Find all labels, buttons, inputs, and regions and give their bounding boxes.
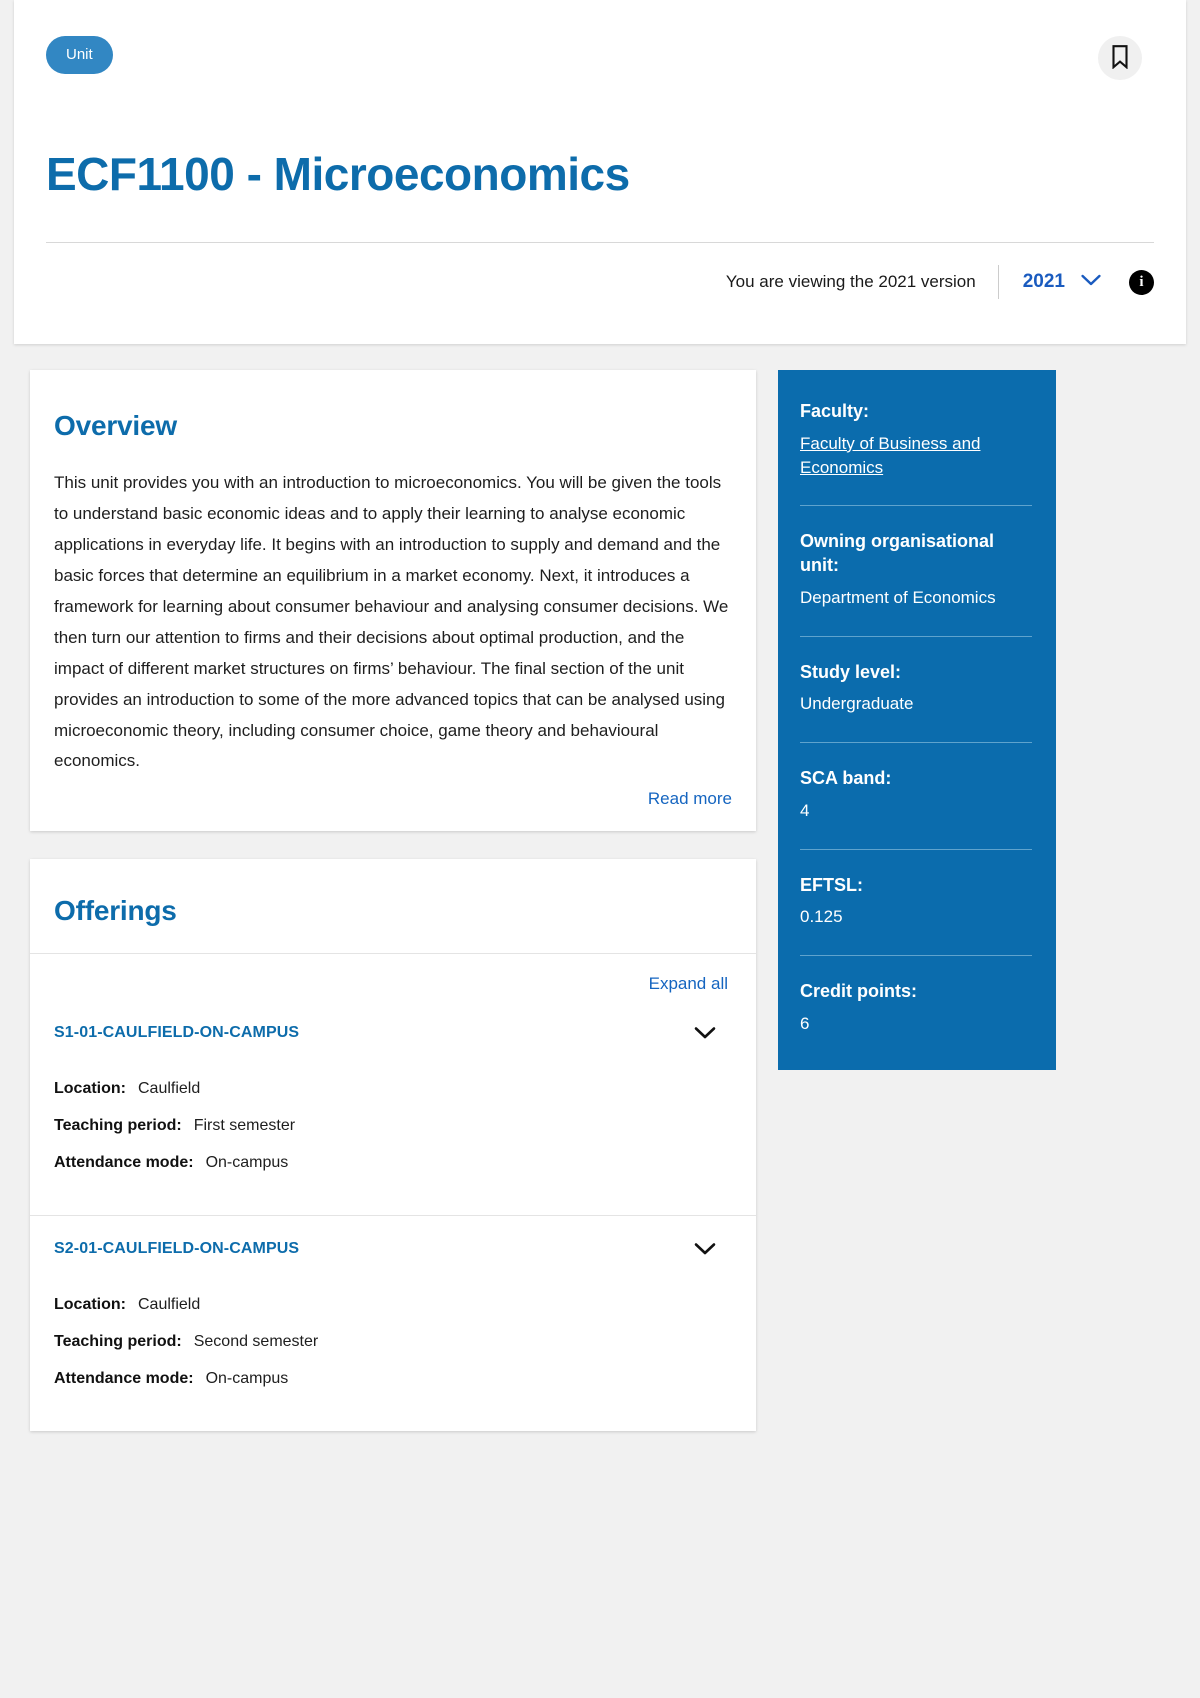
info-icon[interactable]: i <box>1129 269 1154 295</box>
offering-field: Location: Caulfield <box>54 1070 730 1107</box>
field-label: Location: <box>54 1080 126 1098</box>
faculty-link[interactable]: Faculty of Business and Economics <box>800 432 1032 480</box>
bookmark-button[interactable] <box>1098 36 1142 80</box>
page-title: ECF1100 - Microeconomics <box>46 148 630 200</box>
version-select[interactable]: 2021 <box>999 271 1121 293</box>
detail-divider <box>800 742 1032 744</box>
detail-value: 6 <box>800 1014 810 1034</box>
field-label: Location: <box>54 1296 126 1314</box>
offering-field: Location: Caulfield <box>54 1286 730 1323</box>
version-bar: You are viewing the 2021 version 2021 i <box>46 243 1154 325</box>
offerings-title: Offerings <box>54 895 177 927</box>
detail-value: 0.125 <box>800 907 843 927</box>
unit-type-pill[interactable]: Unit <box>46 36 113 74</box>
detail-label: Study level: <box>800 661 902 682</box>
detail-block-eftsl: EFTSL: 0.125 <box>800 874 1032 930</box>
chevron-down-icon[interactable] <box>694 1022 716 1044</box>
detail-label: SCA band: <box>800 768 892 789</box>
detail-label: Credit points: <box>800 981 917 1002</box>
detail-value: 4 <box>800 800 810 820</box>
offering-field: Attendance mode: On-campus <box>54 1360 730 1397</box>
bookmark-icon <box>1110 44 1130 72</box>
detail-value: Department of Economics <box>800 587 996 607</box>
offering-item: S2-01-CAULFIELD-ON-CAMPUS Location: Caul… <box>30 1216 756 1431</box>
overview-body: This unit provides you with an introduct… <box>54 473 729 771</box>
detail-block-study-level: Study level: Undergraduate <box>800 661 1032 717</box>
offerings-header: Offerings <box>30 859 756 955</box>
main-column: Overview This unit provides you with an … <box>30 370 756 1432</box>
unit-details-panel: Faculty: Faculty of Business and Economi… <box>778 370 1056 1070</box>
version-select-value: 2021 <box>1022 271 1065 293</box>
offering-header[interactable]: S1-01-CAULFIELD-ON-CAMPUS <box>54 1022 730 1070</box>
offering-field: Teaching period: Second semester <box>54 1323 730 1360</box>
version-notice: You are viewing the 2021 version <box>725 272 976 292</box>
overview-title: Overview <box>54 410 177 441</box>
offering-header[interactable]: S2-01-CAULFIELD-ON-CAMPUS <box>54 1238 730 1286</box>
field-value: Caulfield <box>138 1296 201 1314</box>
offering-code[interactable]: S2-01-CAULFIELD-ON-CAMPUS <box>54 1240 299 1258</box>
offering-field: Attendance mode: On-campus <box>54 1144 730 1181</box>
field-label: Attendance mode: <box>54 1370 194 1388</box>
detail-block-sca-band: SCA band: 4 <box>800 767 1032 823</box>
detail-block-credit-points: Credit points: 6 <box>800 980 1032 1036</box>
offering-item: S1-01-CAULFIELD-ON-CAMPUS Location: Caul… <box>30 1000 756 1217</box>
detail-label: Faculty: <box>800 401 870 421</box>
overview-card: Overview This unit provides you with an … <box>30 370 756 832</box>
expand-all-link[interactable]: Expand all <box>649 974 728 993</box>
side-column: Faculty: Faculty of Business and Economi… <box>778 370 1056 1070</box>
chevron-down-icon <box>1081 271 1101 293</box>
field-label: Teaching period: <box>54 1333 182 1351</box>
detail-divider <box>800 955 1032 957</box>
offering-field: Teaching period: First semester <box>54 1107 730 1144</box>
offerings-card: Offerings Expand all S1-01-CAULFIELD-ON-… <box>30 859 756 1432</box>
field-value: Caulfield <box>138 1080 201 1098</box>
detail-divider <box>800 848 1032 850</box>
chevron-down-icon[interactable] <box>694 1238 716 1260</box>
read-more-row: Read more <box>54 789 732 809</box>
detail-label: Owning organisational unit: <box>800 531 995 576</box>
page-layout: Overview This unit provides you with an … <box>0 344 1200 1432</box>
offering-code[interactable]: S1-01-CAULFIELD-ON-CAMPUS <box>54 1024 299 1042</box>
detail-block-faculty: Faculty: Faculty of Business and Economi… <box>800 400 1032 479</box>
field-label: Attendance mode: <box>54 1154 194 1172</box>
detail-divider <box>800 505 1032 507</box>
detail-label: EFTSL: <box>800 874 863 895</box>
read-more-link[interactable]: Read more <box>648 789 732 808</box>
field-label: Teaching period: <box>54 1117 182 1135</box>
detail-divider <box>800 635 1032 637</box>
field-value: Second semester <box>193 1333 319 1351</box>
field-value: On-campus <box>205 1154 289 1172</box>
field-value: On-campus <box>205 1370 289 1388</box>
detail-value: Undergraduate <box>800 694 914 714</box>
page-header-card: Unit ECF1100 - Microeconomics You are vi… <box>14 0 1186 344</box>
detail-block-owning-unit: Owning organisational unit: Department o… <box>800 530 1032 609</box>
field-value: First semester <box>193 1117 296 1135</box>
header-top-row: Unit <box>46 36 1154 80</box>
expand-all-row: Expand all <box>30 954 756 1000</box>
